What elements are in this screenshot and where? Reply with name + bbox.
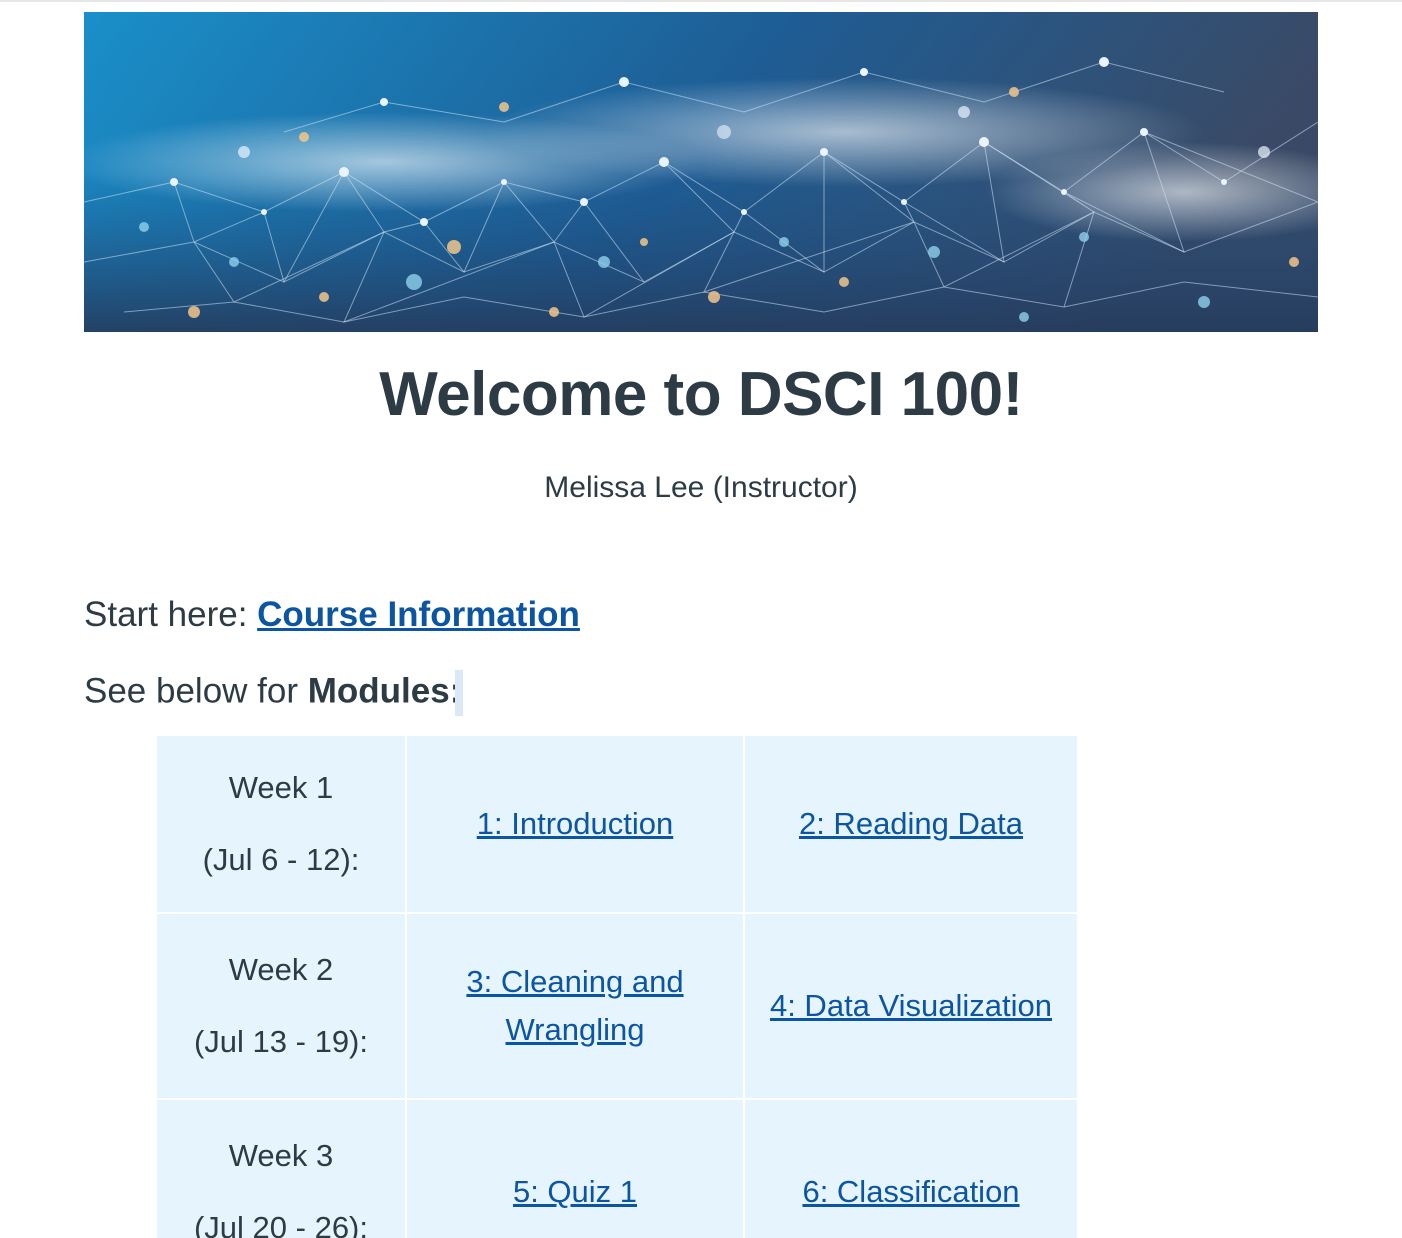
week-label: Week 2 [228,951,334,987]
module-link-5[interactable]: 5: Quiz 1 [513,1174,637,1209]
module-cell: 2: Reading Data [745,736,1079,914]
page-title: Welcome to DSCI 100! [379,360,1023,429]
modules-intro-line: See below for Modules: [84,670,1318,716]
week-label: Week 3 [228,1137,334,1173]
module-link-2[interactable]: 2: Reading Data [799,806,1023,841]
table-row: Week 1 (Jul 6 - 12): 1: Introduction 2: … [157,736,1079,914]
module-cell: 3: Cleaning and Wrangling [407,914,745,1100]
text-cursor [455,670,464,716]
table-row: Week 2 (Jul 13 - 19): 3: Cleaning and Wr… [157,914,1079,1100]
week-label: Week 1 [228,769,334,805]
course-information-link[interactable]: Course Information [257,595,580,634]
table-row: Week 3 (Jul 20 - 26): 5: Quiz 1 6: Class… [157,1100,1079,1238]
start-here-label: Start here: [84,595,258,634]
modules-intro-label: See below for [84,671,308,711]
week-dates: (Jul 20 - 26): [193,1210,368,1238]
module-link-4[interactable]: 4: Data Visualization [770,988,1052,1023]
page-frame: Welcome to DSCI 100! Melissa Lee (Instru… [0,0,1402,1238]
instructor-name: Melissa Lee (Instructor) [544,471,858,504]
week-cell: Week 1 (Jul 6 - 12): [157,736,407,914]
module-link-3[interactable]: 3: Cleaning and Wrangling [466,964,683,1047]
module-link-6[interactable]: 6: Classification [802,1174,1019,1209]
modules-heading: Modules: [307,671,462,711]
module-cell: 6: Classification [745,1100,1079,1238]
network-banner-image [84,12,1318,332]
week-cell: Week 3 (Jul 20 - 26): [157,1100,407,1238]
week-cell: Week 2 (Jul 13 - 19): [157,914,407,1100]
page-content: Welcome to DSCI 100! Melissa Lee (Instru… [84,12,1318,716]
week-dates: (Jul 6 - 12): [202,842,360,877]
modules-table: Week 1 (Jul 6 - 12): 1: Introduction 2: … [157,736,1079,1238]
module-cell: 1: Introduction [407,736,745,914]
start-here-line: Start here: Course Information [84,594,1318,636]
module-cell: 5: Quiz 1 [407,1100,745,1238]
module-cell: 4: Data Visualization [745,914,1079,1100]
week-dates: (Jul 13 - 19): [193,1024,368,1059]
module-link-1[interactable]: 1: Introduction [477,806,673,841]
